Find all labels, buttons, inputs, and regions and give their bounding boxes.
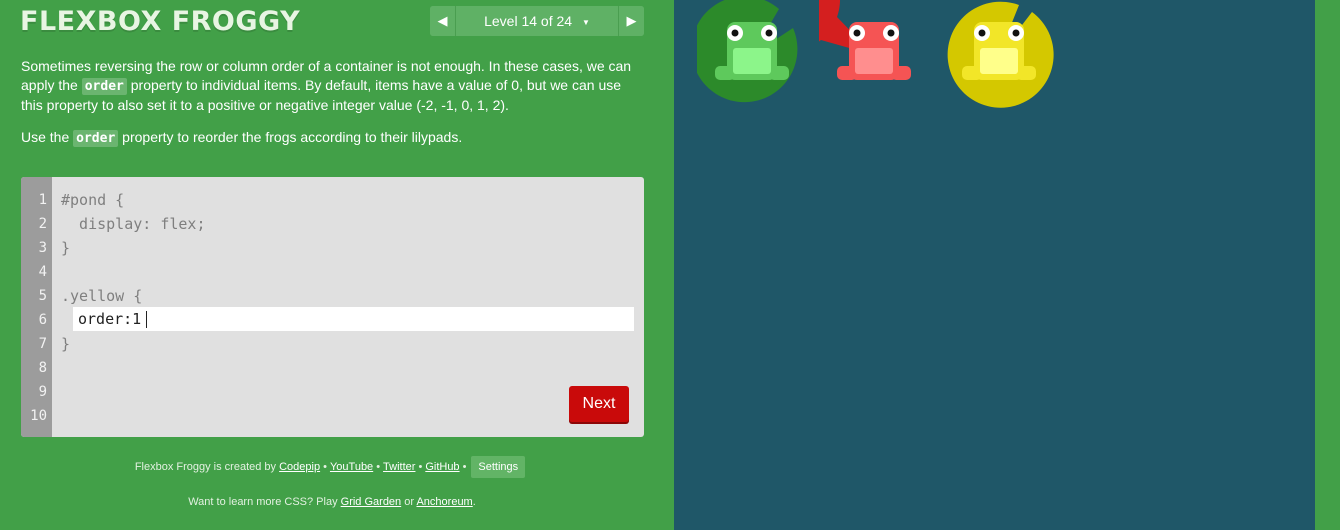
text-cursor [146, 311, 147, 328]
css-input[interactable] [73, 307, 634, 331]
line-number: 1 [38, 192, 47, 208]
order-keyword[interactable]: order [73, 130, 119, 147]
bullet-separator: • [323, 461, 327, 473]
bullet-separator: • [418, 461, 423, 473]
order-keyword[interactable]: order [81, 78, 127, 95]
github-link[interactable]: GitHub [425, 461, 459, 473]
code-line: .yellow { [61, 287, 143, 305]
level-navigation: ◀ Level 14 of 24 ▼ ▶ [430, 6, 644, 36]
instructions-paragraph-2: Use the order property to reorder the fr… [21, 128, 646, 148]
twitter-link[interactable]: Twitter [383, 461, 415, 473]
arrow-right-icon: ▶ [626, 13, 637, 28]
line-number: 2 [38, 216, 47, 232]
frog-yellow [962, 22, 1036, 80]
pond [674, 0, 1315, 530]
level-label: Level 14 of 24 [484, 13, 573, 29]
codepip-link[interactable]: Codepip [279, 461, 320, 473]
instructions-text: Use the [21, 129, 74, 145]
bullet-separator: • [376, 461, 381, 473]
more-css-promo: Want to learn more CSS? Play Grid Garden… [0, 494, 664, 510]
bullet-separator: • [462, 461, 467, 473]
arrow-left-icon: ◀ [437, 13, 448, 28]
promo-text: or [401, 496, 417, 508]
frog-green [715, 22, 789, 80]
line-number: 10 [30, 408, 47, 424]
line-number: 9 [38, 384, 47, 400]
line-number: 7 [38, 336, 47, 352]
line-number-gutter: 1 2 3 4 5 6 7 8 9 10 [21, 177, 52, 437]
promo-text: Want to learn more CSS? Play [188, 496, 341, 508]
anchoreum-link[interactable]: Anchoreum [416, 496, 472, 508]
line-number: 5 [38, 288, 47, 304]
credits-text: Flexbox Froggy is created by [134, 461, 280, 473]
line-number: 8 [38, 360, 47, 376]
right-edge-strip [1315, 0, 1340, 530]
instructions-text: property to reorder the frogs according … [118, 129, 463, 145]
code-line: } [61, 239, 71, 257]
instructions-paragraph-1: Sometimes reversing the row or column or… [21, 57, 646, 115]
line-number: 6 [38, 312, 47, 328]
code-line: } [61, 335, 71, 353]
code-line: display: flex; [61, 215, 206, 233]
code-line: #pond { [61, 191, 125, 209]
caret-down-icon: ▼ [581, 17, 590, 27]
level-dropdown[interactable]: Level 14 of 24 ▼ [456, 13, 618, 29]
youtube-link[interactable]: YouTube [330, 461, 373, 473]
next-button[interactable]: Next [569, 386, 629, 422]
game-title: FLEXBOX FROGGY [20, 6, 301, 37]
frog-red [837, 22, 911, 80]
css-editor: 1 2 3 4 5 6 7 8 9 10 #pond { display: fl… [21, 177, 644, 437]
previous-level-button[interactable]: ◀ [430, 6, 456, 36]
sidebar: FLEXBOX FROGGY ◀ Level 14 of 24 ▼ ▶ Some… [0, 0, 674, 530]
promo-text: . [472, 496, 476, 508]
line-number: 4 [38, 264, 47, 280]
settings-button[interactable]: Settings [471, 456, 526, 478]
line-number: 3 [38, 240, 47, 256]
grid-garden-link[interactable]: Grid Garden [341, 496, 402, 508]
credits: Flexbox Froggy is created by Codepip • You… [0, 456, 660, 478]
next-level-button[interactable]: ▶ [618, 6, 644, 36]
